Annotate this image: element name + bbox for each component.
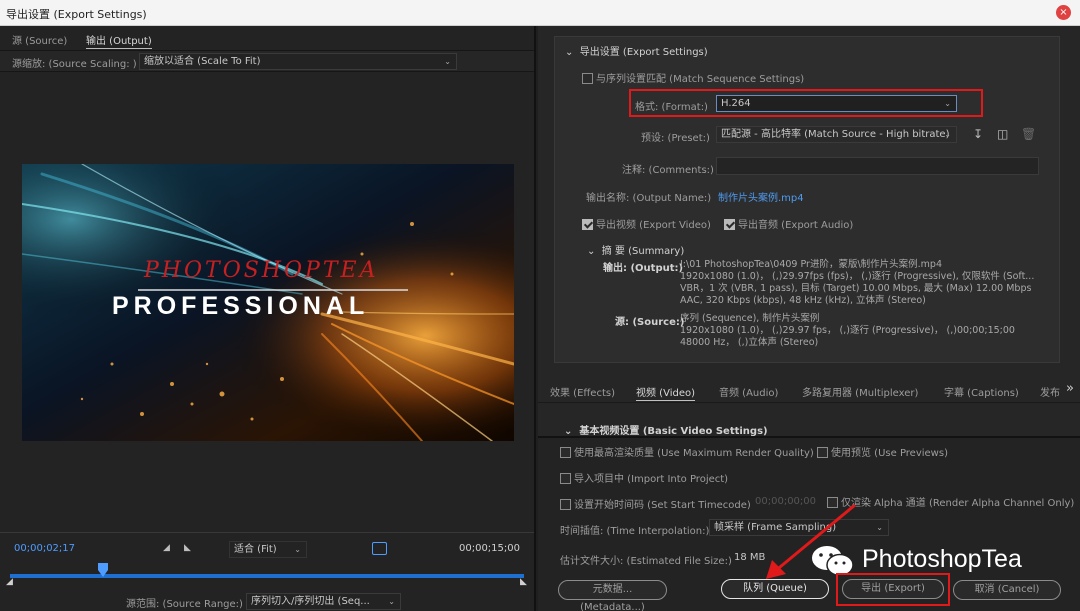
preview-panel: 源 (Source) 输出 (Output) 源缩放: (Source Scal… (0, 26, 536, 611)
playhead[interactable] (97, 563, 108, 577)
file-size-label: 估计文件大小: (Estimated File Size:) (560, 556, 732, 567)
import-preset-icon[interactable]: ◫ (997, 127, 1008, 141)
checkbox-icon (582, 73, 593, 84)
current-timecode[interactable]: 00;00;02;17 (14, 543, 75, 554)
time-interpolation-label: 时间插值: (Time Interpolation:) (560, 526, 710, 537)
checkbox-icon (560, 447, 571, 458)
chevron-down-icon: ⌄ (565, 47, 580, 58)
chevron-down-icon: ⌄ (944, 130, 951, 139)
summary-header[interactable]: ⌄ 摘 要 (Summary) (587, 242, 684, 257)
preset-value: 匹配源 - 高比特率 (Match Source - High bitrate) (721, 129, 950, 140)
max-render-quality-checkbox[interactable]: 使用最高渲染质量 (Use Maximum Render Quality) (560, 444, 814, 459)
tab-effects[interactable]: 效果 (Effects) (550, 384, 615, 399)
cancel-button[interactable]: 取消 (Cancel) (953, 580, 1061, 600)
export-settings-section: ⌄ 导出设置 (Export Settings) 与序列设置匹配 (Match … (554, 36, 1060, 363)
tabs-overflow-icon[interactable]: » (1066, 381, 1074, 396)
match-sequence-checkbox[interactable]: 与序列设置匹配 (Match Sequence Settings) (582, 70, 804, 85)
checkbox-checked-icon (724, 219, 735, 230)
summary-output-label: 输出: (Output:) (603, 263, 684, 274)
chevron-down-icon: ⌄ (388, 597, 395, 606)
chevron-down-icon: ⌄ (944, 99, 951, 108)
time-ruler[interactable] (10, 574, 524, 578)
window-title: 导出设置 (Export Settings) (6, 8, 147, 21)
source-scaling-row: 源缩放: (Source Scaling: ) 缩放以适合 (Scale To … (0, 50, 534, 72)
end-timecode: 00;00;15;00 (458, 543, 520, 554)
settings-tabs: 效果 (Effects) 视频 (Video) 音频 (Audio) 多路复用器… (538, 379, 1080, 403)
range-end-handle[interactable]: ◣ (520, 577, 527, 587)
delete-preset-icon[interactable]: 🗑 (1021, 127, 1036, 141)
video-preview: PHOTOSHOPTEA PROFESSIONAL (22, 164, 514, 441)
tab-audio[interactable]: 音频 (Audio) (719, 384, 778, 399)
settings-panel: ⌄ 导出设置 (Export Settings) 与序列设置匹配 (Match … (538, 26, 1080, 611)
render-alpha-checkbox[interactable]: 仅渲染 Alpha 通道 (Render Alpha Channel Only) (827, 494, 1074, 509)
title-bar: 导出设置 (Export Settings) × (0, 0, 1080, 26)
save-preset-icon[interactable]: ↧ (973, 127, 983, 141)
timeline-controls: 00;00;02;17 ◢ ◣ 适合 (Fit) ⌄ 00;00;15;00 ◢… (0, 532, 534, 611)
checkbox-checked-icon (582, 219, 593, 230)
format-label: 格式: (Format:) (635, 102, 708, 113)
watermark-text: PhotoshopTea (862, 545, 1022, 573)
export-video-checkbox[interactable]: 导出视频 (Export Video) (582, 216, 711, 231)
basic-video-header[interactable]: ⌄ 基本视频设置 (Basic Video Settings) (564, 422, 768, 437)
output-name-label: 输出名称: (Output Name:) (586, 193, 712, 204)
source-scaling-dropdown[interactable]: 缩放以适合 (Scale To Fit) ⌄ (139, 53, 457, 70)
queue-button[interactable]: 队列 (Queue) (721, 579, 829, 599)
format-value: H.264 (721, 98, 751, 109)
fit-dropdown[interactable]: 适合 (Fit) ⌄ (229, 541, 307, 558)
chevron-down-icon: ⌄ (876, 523, 883, 532)
comments-field[interactable] (716, 157, 1039, 175)
metadata-button[interactable]: 元数据... (Metadata...) (558, 580, 667, 611)
use-previews-checkbox[interactable]: 使用预览 (Use Previews) (817, 444, 948, 459)
summary-source-label: 源: (Source:) (615, 317, 685, 328)
summary-source-text: 序列 (Sequence), 制作片头案例 1920x1080 (1.0)， (… (680, 313, 1015, 348)
export-options: 使用最高渲染质量 (Use Maximum Render Quality) 使用… (538, 436, 1080, 611)
checkbox-icon (560, 473, 571, 484)
source-range-dropdown[interactable]: 序列切入/序列切出 (Seq... ⌄ (246, 593, 401, 610)
crop-toggle-icon[interactable] (372, 542, 387, 555)
comments-label: 注释: (Comments:) (622, 165, 714, 176)
format-dropdown[interactable]: H.264 ⌄ (716, 95, 957, 112)
fit-value: 适合 (Fit) (234, 544, 277, 555)
source-scaling-value: 缩放以适合 (Scale To Fit) (144, 56, 261, 67)
range-start-handle[interactable]: ◢ (6, 577, 13, 587)
chevron-down-icon: ⌄ (587, 246, 602, 257)
set-in-point-icon[interactable]: ◢ (163, 543, 170, 553)
chevron-down-icon: ⌄ (444, 57, 451, 66)
chevron-down-icon: ⌄ (294, 545, 301, 554)
close-icon[interactable]: × (1056, 5, 1071, 20)
tab-source[interactable]: 源 (Source) (12, 32, 67, 47)
source-scaling-label: 源缩放: (Source Scaling: ) (12, 59, 137, 70)
set-out-point-icon[interactable]: ◣ (184, 543, 191, 553)
source-range-label: 源范围: (Source Range:) (126, 599, 243, 610)
preview-title-line2: PROFESSIONAL (112, 292, 369, 320)
preset-label: 预设: (Preset:) (641, 133, 710, 144)
tab-publish[interactable]: 发布 (1040, 384, 1060, 399)
preview-frame: PHOTOSHOPTEA PROFESSIONAL (22, 164, 514, 441)
output-name-link[interactable]: 制作片头案例.mp4 (718, 189, 804, 204)
export-button[interactable]: 导出 (Export) (842, 579, 944, 599)
tab-output[interactable]: 输出 (Output) (86, 32, 152, 49)
checkbox-icon (560, 499, 571, 510)
tab-video[interactable]: 视频 (Video) (636, 384, 695, 401)
export-audio-checkbox[interactable]: 导出音频 (Export Audio) (724, 216, 853, 231)
tab-multiplexer[interactable]: 多路复用器 (Multiplexer) (802, 384, 918, 399)
tab-captions[interactable]: 字幕 (Captions) (944, 384, 1019, 399)
import-into-project-checkbox[interactable]: 导入项目中 (Import Into Project) (560, 470, 728, 485)
checkbox-icon (817, 447, 828, 458)
export-settings-header[interactable]: ⌄ 导出设置 (Export Settings) (565, 43, 708, 58)
set-start-timecode-checkbox[interactable]: 设置开始时间码 (Set Start Timecode) (560, 496, 751, 511)
annotation-arrow (766, 503, 856, 579)
source-range-value: 序列切入/序列切出 (Seq... (251, 596, 370, 607)
preview-title-line1: PHOTOSHOPTEA (143, 258, 378, 283)
preset-dropdown[interactable]: 匹配源 - 高比特率 (Match Source - High bitrate)… (716, 126, 957, 143)
summary-output-text: I:\01 PhotoshopTea\0409 Pr进阶，蒙版\制作片头案例.m… (680, 259, 1035, 306)
